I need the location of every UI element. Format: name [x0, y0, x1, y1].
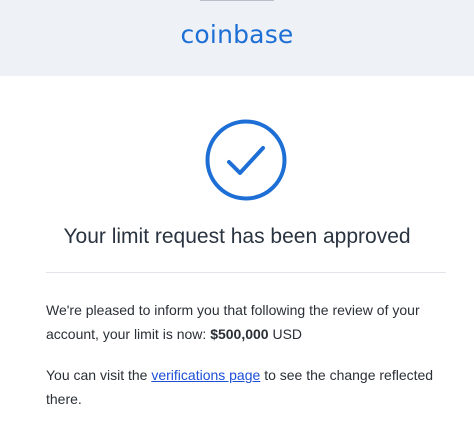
- page-title: Your limit request has been approved: [63, 225, 411, 248]
- coinbase-logo[interactable]: coinbase: [0, 20, 474, 49]
- check-circle-icon: [205, 119, 287, 201]
- limit-paragraph: We're pleased to inform you that followi…: [46, 298, 446, 346]
- limit-amount: $500,000: [210, 326, 269, 342]
- visit-text: You can visit the: [46, 367, 148, 383]
- email-header: coinbase: [0, 0, 474, 76]
- verifications-page-link[interactable]: verifications page: [151, 367, 260, 383]
- verifications-paragraph: You can visit the verifications page to …: [46, 363, 446, 411]
- limit-currency: USD: [272, 326, 303, 342]
- divider: [46, 272, 446, 273]
- header-rule: [200, 0, 274, 1]
